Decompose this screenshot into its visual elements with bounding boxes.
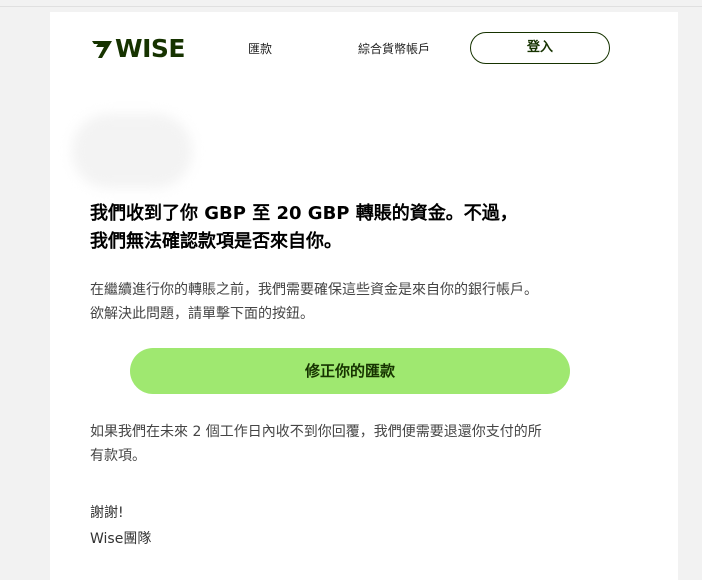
email-card: WISE 匯款 綜合貨幣帳戶 登入 我們收到了你 GBP 至 20 GBP 轉賬…	[50, 12, 678, 580]
blurred-image-placeholder	[72, 114, 192, 188]
verification-paragraph: 在繼續進行你的轉賬之前，我們需要確保這些資金是來自你的銀行帳戶。 欲解決此問題，…	[90, 278, 630, 326]
refund-notice-paragraph: 如果我們在未來 2 個工作日內收不到你回覆，我們便需要退還你支付的所 有款項。	[90, 420, 630, 468]
login-button[interactable]: 登入	[470, 32, 610, 64]
verification-line-2: 欲解決此問題，請單擊下面的按鈕。	[90, 306, 314, 322]
thanks-text: 謝謝!	[90, 505, 124, 521]
wise-logo-text: WISE	[115, 34, 185, 63]
headline-line-1: 我們收到了你 GBP 至 20 GBP 轉賬的資金。不過，	[90, 203, 518, 224]
refund-line-1: 如果我們在未來 2 個工作日內收不到你回覆，我們便需要退還你支付的所	[90, 424, 542, 440]
team-signature: Wise團隊	[90, 531, 152, 547]
fix-transfer-button[interactable]: 修正你的匯款	[130, 348, 570, 394]
wise-logo[interactable]: WISE	[90, 35, 185, 63]
signoff: 謝謝! Wise團隊	[90, 500, 151, 552]
wise-flag-icon	[92, 41, 112, 58]
message-headline: 我們收到了你 GBP 至 20 GBP 轉賬的資金。不過， 我們無法確認款項是否…	[90, 200, 610, 256]
nav-link-remit[interactable]: 匯款	[248, 41, 272, 57]
email-header: WISE 匯款 綜合貨幣帳戶 登入	[50, 32, 678, 68]
top-divider	[0, 6, 702, 7]
headline-line-2: 我們無法確認款項是否來自你。	[90, 231, 342, 252]
verification-line-1: 在繼續進行你的轉賬之前，我們需要確保這些資金是來自你的銀行帳戶。	[90, 282, 538, 298]
nav-link-multi-currency-account[interactable]: 綜合貨幣帳戶	[358, 41, 430, 57]
refund-line-2: 有款項。	[90, 448, 146, 464]
